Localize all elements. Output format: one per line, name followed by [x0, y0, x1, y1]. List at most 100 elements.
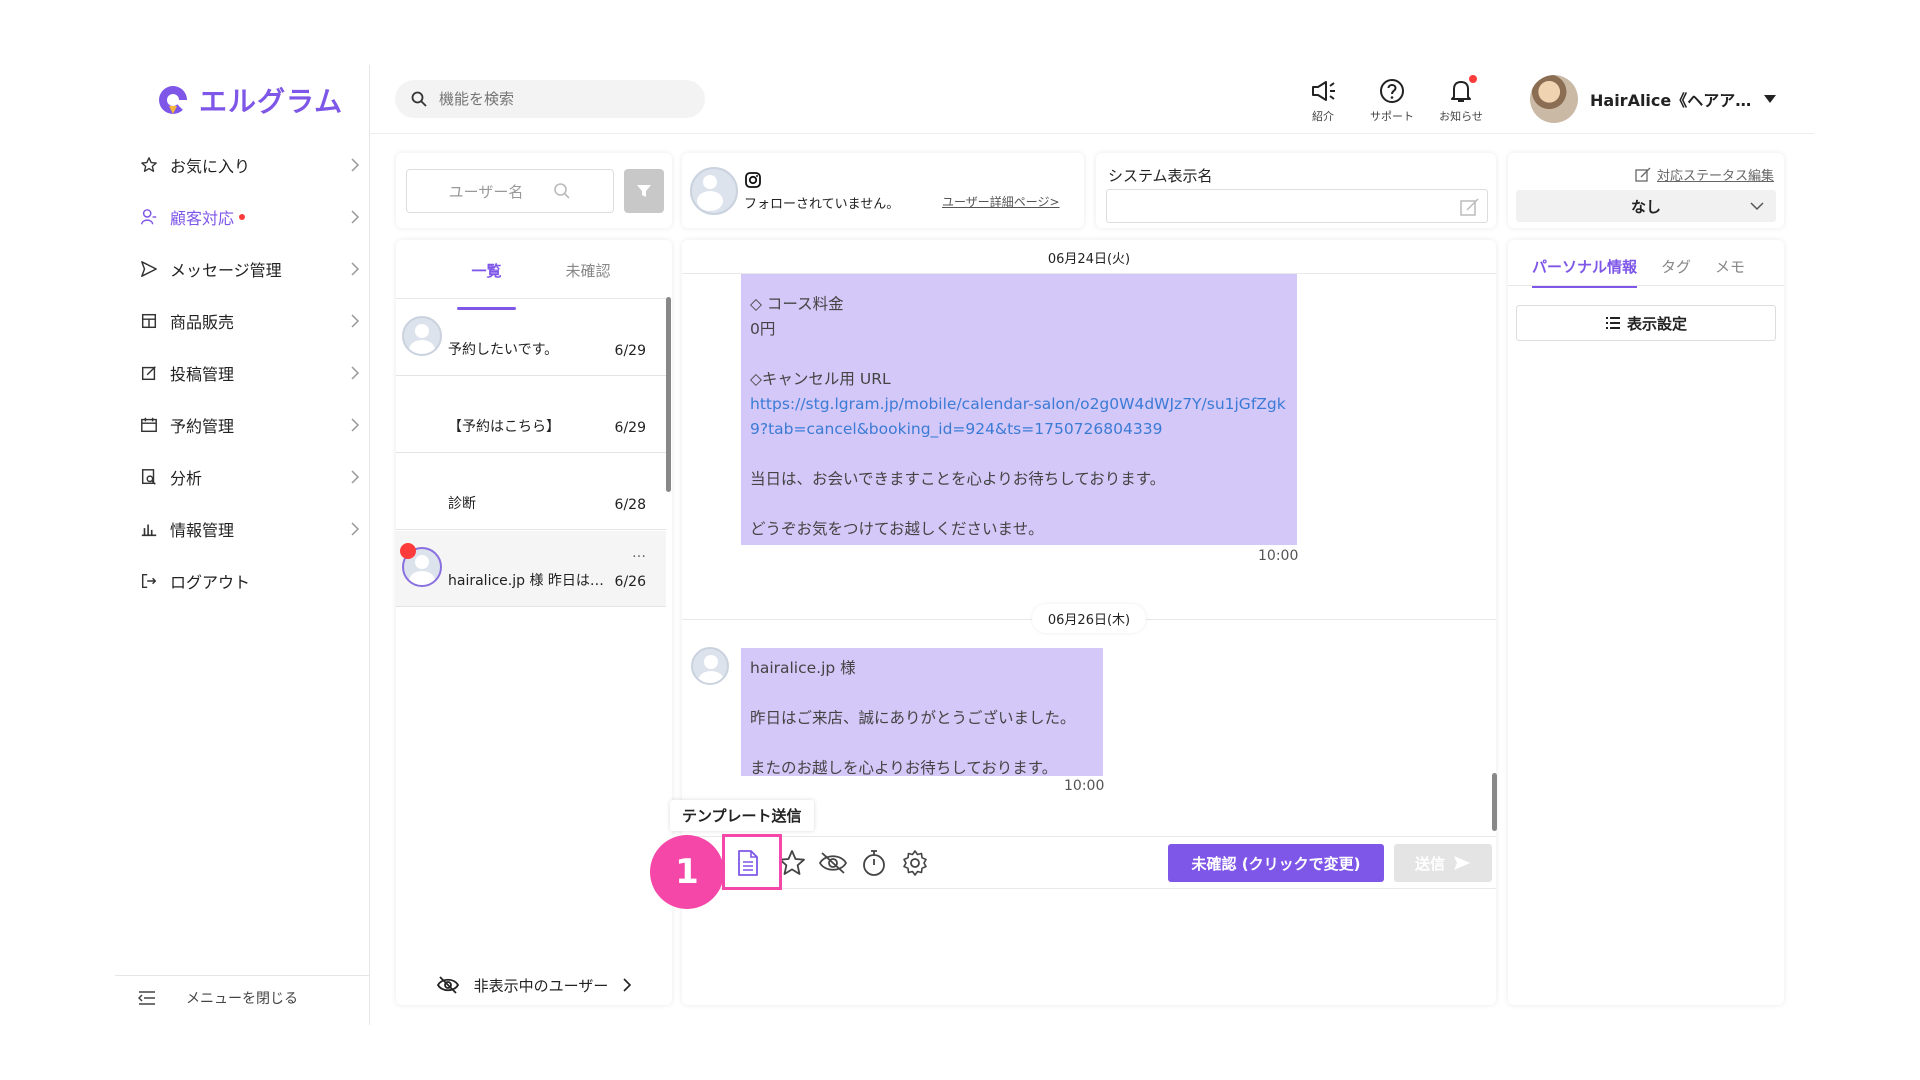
account-menu[interactable]: HairAlice《ヘアア… — [1530, 75, 1777, 123]
tab-all[interactable]: 一覧 — [457, 260, 516, 310]
more-options[interactable]: … — [632, 545, 646, 561]
close-menu-button[interactable]: メニューを閉じる — [138, 988, 298, 1008]
sidebar-item-label: ログアウト — [170, 573, 251, 592]
sidebar-item-logout[interactable]: ログアウト — [140, 561, 360, 601]
status-select[interactable]: なし — [1516, 190, 1776, 222]
last-message: 【予約はこちら】 — [448, 419, 560, 435]
timer-icon — [863, 850, 885, 876]
sidebar-item-label: 顧客対応 — [170, 209, 235, 228]
shop-icon — [141, 313, 157, 329]
logo-text: エルグラム — [199, 85, 344, 118]
help-icon — [1380, 79, 1404, 103]
message-line: hairalice.jp 様 — [750, 659, 856, 677]
cancel-url-link[interactable]: 9?tab=cancel&booking_id=924&ts=175072680… — [750, 417, 1288, 442]
tab-memo[interactable]: メモ — [1715, 256, 1745, 288]
message-line: どうぞお気をつけてお越しくださいませ。 — [750, 520, 1044, 538]
hidden-users-button[interactable]: 非表示中のユーザー — [396, 965, 672, 1005]
settings-button[interactable] — [900, 848, 930, 878]
hide-user-button[interactable] — [818, 848, 848, 878]
sidebar-footer-divider — [115, 975, 369, 976]
profile-card: フォローされていません。 ユーザー詳細ページ> — [682, 153, 1084, 228]
intro-button[interactable]: 紹介 — [1293, 78, 1353, 124]
user-info-panel: パーソナル情報 タグ メモ 表示設定 — [1508, 240, 1784, 1005]
info-tabs: パーソナル情報 タグ メモ — [1532, 256, 1745, 288]
sidebar-item-customer-support[interactable]: 顧客対応 — [140, 197, 360, 237]
filter-icon — [637, 185, 651, 197]
feature-search[interactable] — [395, 80, 705, 118]
unconfirmed-status-button[interactable]: 未確認 (クリックで変更) — [1168, 844, 1384, 882]
message-line: またのお越しを心よりお待ちしております。 — [750, 759, 1058, 777]
tab-tags[interactable]: タグ — [1661, 256, 1691, 288]
message-date: 6/29 — [614, 420, 646, 436]
scheduled-send-button[interactable] — [859, 848, 889, 878]
sidebar-item-label: メッセージ管理 — [170, 261, 282, 280]
chevron-right-icon — [351, 470, 360, 484]
feature-search-input[interactable] — [439, 90, 679, 108]
user-list-item[interactable]: 診断 6/28 — [396, 454, 666, 530]
display-settings-button[interactable]: 表示設定 — [1516, 305, 1776, 341]
cancel-url-link[interactable]: https://stg.lgram.jp/mobile/calendar-sal… — [750, 392, 1288, 417]
star-icon — [779, 850, 805, 875]
user-list-item[interactable]: 予約したいです。 6/29 — [396, 300, 666, 376]
date-separator: 06月26日(木) — [682, 604, 1496, 633]
tab-personal-info[interactable]: パーソナル情報 — [1532, 256, 1638, 288]
support-button[interactable]: サポート — [1362, 78, 1422, 124]
sidebar-item-post-management[interactable]: 投稿管理 — [140, 353, 360, 393]
notification-dot — [239, 214, 246, 220]
unread-badge — [400, 543, 416, 559]
message-line: 昨日はご来店、誠にありがとうございました。 — [750, 709, 1076, 727]
last-message: hairalice.jp 様 昨日は… — [448, 573, 604, 589]
sidebar-item-message-management[interactable]: メッセージ管理 — [140, 249, 360, 289]
sidebar-item-label: 商品販売 — [170, 313, 235, 332]
gear-icon — [903, 850, 927, 876]
user-name-search[interactable]: ユーザー名 — [406, 169, 614, 213]
system-name-input[interactable] — [1106, 189, 1488, 223]
account-name: HairAlice《ヘアア… — [1590, 91, 1752, 110]
last-message: 予約したいです。 — [448, 342, 559, 358]
app-logo[interactable]: エルグラム — [155, 80, 343, 120]
sidebar-item-reservation-management[interactable]: 予約管理 — [140, 405, 360, 445]
status-value: なし — [1630, 197, 1661, 216]
send-button[interactable]: 送信 — [1394, 844, 1492, 882]
user-list-item[interactable]: 【予約はこちら】 6/29 — [396, 377, 666, 453]
list-scrollbar[interactable] — [666, 297, 671, 492]
message-line: 0円 — [750, 320, 776, 338]
tab-unconfirmed[interactable]: 未確認 — [566, 260, 611, 300]
sidebar-item-favorites[interactable]: お気に入り — [140, 145, 360, 185]
support-label: サポート — [1370, 110, 1414, 123]
edit-icon[interactable] — [1459, 196, 1481, 218]
eye-off-icon — [818, 852, 848, 874]
composer-divider — [682, 888, 1496, 889]
user-avatar — [690, 167, 738, 215]
highlight-frame — [722, 834, 782, 890]
sidebar-item-product-sales[interactable]: 商品販売 — [140, 301, 360, 341]
search-icon — [554, 183, 570, 199]
sidebar-item-label: お気に入り — [170, 157, 251, 176]
user-name-placeholder: ユーザー名 — [448, 182, 524, 201]
user-detail-link[interactable]: ユーザー詳細ページ> — [942, 193, 1060, 210]
sidebar-item-label: 予約管理 — [170, 417, 235, 436]
sidebar-item-label: 分析 — [170, 469, 203, 488]
chevron-right-icon — [623, 978, 632, 992]
display-settings-label: 表示設定 — [1626, 314, 1687, 333]
edit-icon — [1635, 167, 1651, 182]
status-edit-link[interactable]: 対応ステータス編集 — [1635, 165, 1774, 184]
filter-button[interactable] — [624, 169, 664, 213]
notifications-button[interactable]: お知らせ — [1431, 75, 1491, 124]
sidebar-item-info-management[interactable]: 情報管理 — [140, 509, 360, 549]
user-list-tabs: 一覧 未確認 — [396, 260, 672, 310]
message-line: ◇ コース料金 — [750, 295, 844, 313]
status-edit-label: 対応ステータス編集 — [1656, 169, 1774, 184]
chat-scrollbar[interactable] — [1492, 773, 1497, 831]
chevron-right-icon — [351, 366, 360, 380]
chevron-right-icon — [351, 418, 360, 432]
send-label: 送信 — [1414, 854, 1445, 873]
last-message: 診断 — [448, 496, 476, 512]
search-icon — [411, 91, 427, 107]
sidebar-item-analysis[interactable]: 分析 — [140, 457, 360, 497]
close-menu-label: メニューを閉じる — [186, 991, 298, 1007]
date-label: 06月26日(木) — [1031, 604, 1147, 633]
user-avatar — [402, 316, 442, 356]
user-list-item-selected[interactable]: … hairalice.jp 様 昨日は… 6/26 — [396, 531, 666, 607]
chevron-right-icon — [351, 262, 360, 276]
